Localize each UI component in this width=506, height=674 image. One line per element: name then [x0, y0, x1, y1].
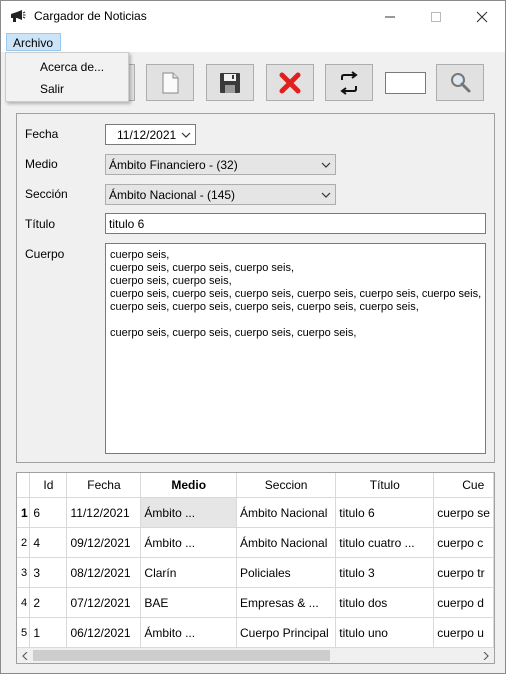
cell-fecha[interactable]: 06/12/2021	[66, 617, 142, 648]
seccion-value: Ámbito Nacional - (145)	[109, 188, 236, 202]
chevron-down-icon	[181, 129, 191, 143]
main-window: Cargador de Noticias Archivo Fecha 11/12…	[0, 0, 506, 674]
minimize-button[interactable]	[367, 1, 413, 32]
medio-select[interactable]: Ámbito Financiero - (32)	[105, 154, 336, 175]
cell-fecha[interactable]: 08/12/2021	[66, 557, 142, 588]
cell-seccion[interactable]: Policiales	[236, 557, 337, 588]
cell-titulo[interactable]: titulo uno	[335, 617, 435, 648]
cell-cuerpo[interactable]: cuerpo tr	[433, 557, 494, 588]
fecha-value: 11/12/2021	[117, 128, 177, 142]
cell-seccion[interactable]: Empresas & ...	[236, 587, 337, 618]
row-header[interactable]: 5	[17, 617, 31, 648]
cell-titulo[interactable]: titulo dos	[335, 587, 435, 618]
seccion-label: Sección	[25, 187, 68, 201]
column-header-fecha[interactable]: Fecha	[66, 473, 142, 498]
column-header-cuerpo[interactable]: Cue	[433, 473, 494, 498]
fecha-date-picker[interactable]: 11/12/2021	[105, 124, 196, 145]
delete-button[interactable]	[266, 64, 314, 101]
cell-medio[interactable]: BAE	[140, 587, 237, 618]
table-row[interactable]: 1 6 11/12/2021 Ámbito ... Ámbito Naciona…	[17, 497, 494, 528]
titulo-label: Título	[25, 217, 56, 231]
table-row[interactable]: 2 4 09/12/2021 Ámbito ... Ámbito Naciona…	[17, 527, 494, 558]
save-disk-icon	[220, 72, 240, 93]
seccion-select[interactable]: Ámbito Nacional - (145)	[105, 184, 336, 205]
cuerpo-label: Cuerpo	[25, 247, 65, 261]
menu-bar: Archivo	[1, 32, 505, 52]
cell-seccion[interactable]: Ámbito Nacional	[236, 527, 337, 558]
column-header-id[interactable]: Id	[29, 473, 68, 498]
column-header-titulo[interactable]: Título	[335, 473, 435, 498]
table-row[interactable]: 4 2 07/12/2021 BAE Empresas & ... titulo…	[17, 587, 494, 618]
cell-fecha[interactable]: 07/12/2021	[66, 587, 142, 618]
cuerpo-textarea[interactable]: cuerpo seis, cuerpo seis, cuerpo seis, c…	[105, 243, 486, 454]
window-title: Cargador de Noticias	[34, 9, 147, 23]
cell-medio[interactable]: Ámbito ...	[140, 617, 237, 648]
medio-label: Medio	[25, 157, 58, 171]
cell-titulo[interactable]: titulo 6	[335, 497, 435, 528]
cell-medio[interactable]: Ámbito ...	[140, 497, 237, 528]
cell-cuerpo[interactable]: cuerpo d	[433, 587, 494, 618]
cell-fecha[interactable]: 11/12/2021	[66, 497, 142, 528]
refresh-icon	[340, 70, 358, 95]
news-table: Id Fecha Medio Seccion Título Cue 1 6 11…	[17, 473, 494, 648]
chevron-down-icon	[321, 159, 331, 173]
column-header-seccion[interactable]: Seccion	[236, 473, 337, 498]
app-icon	[10, 9, 26, 26]
medio-value: Ámbito Financiero - (32)	[109, 158, 238, 172]
grid-corner-header	[17, 473, 31, 498]
magnifier-icon	[451, 72, 471, 92]
search-button[interactable]	[436, 64, 484, 101]
titulo-field[interactable]: titulo 6	[105, 213, 486, 234]
title-bar[interactable]: Cargador de Noticias	[1, 1, 505, 32]
cell-medio[interactable]: Clarín	[140, 557, 237, 588]
new-document-icon	[162, 72, 179, 93]
grid-header-row: Id Fecha Medio Seccion Título Cue	[17, 473, 494, 498]
fecha-label: Fecha	[25, 127, 59, 141]
cell-titulo[interactable]: titulo cuatro ...	[335, 527, 435, 558]
search-input[interactable]	[385, 72, 426, 94]
table-row[interactable]: 5 1 06/12/2021 Ámbito ... Cuerpo Princip…	[17, 617, 494, 648]
menu-item-acerca-de[interactable]: Acerca de...	[40, 60, 104, 74]
archivo-dropdown-menu: Acerca de... Salir	[5, 52, 129, 102]
delete-x-icon	[279, 72, 301, 93]
row-header[interactable]: 3	[17, 557, 31, 588]
refresh-button[interactable]	[325, 64, 373, 101]
new-document-button[interactable]	[146, 64, 194, 101]
row-header[interactable]: 4	[17, 587, 31, 618]
column-header-medio[interactable]: Medio	[140, 473, 237, 498]
cell-id[interactable]: 3	[29, 557, 68, 588]
cell-titulo[interactable]: titulo 3	[335, 557, 435, 588]
menu-item-salir[interactable]: Salir	[40, 82, 64, 96]
scroll-right-icon[interactable]	[478, 648, 494, 663]
cell-id[interactable]: 2	[29, 587, 68, 618]
cell-cuerpo[interactable]: cuerpo u	[433, 617, 494, 648]
cell-medio[interactable]: Ámbito ...	[140, 527, 237, 558]
cell-cuerpo[interactable]: cuerpo c	[433, 527, 494, 558]
chevron-down-icon	[321, 189, 331, 203]
cell-id[interactable]: 1	[29, 617, 68, 648]
horizontal-scrollbar[interactable]	[17, 648, 494, 663]
row-header[interactable]: 2	[17, 527, 31, 558]
scroll-left-icon[interactable]	[17, 648, 33, 663]
cell-id[interactable]: 4	[29, 527, 68, 558]
close-window-button[interactable]	[459, 1, 505, 32]
cell-fecha[interactable]: 09/12/2021	[66, 527, 142, 558]
cell-cuerpo[interactable]: cuerpo se	[433, 497, 494, 528]
cell-seccion[interactable]: Ámbito Nacional	[236, 497, 337, 528]
news-grid[interactable]: Id Fecha Medio Seccion Título Cue 1 6 11…	[16, 472, 495, 664]
table-row[interactable]: 3 3 08/12/2021 Clarín Policiales titulo …	[17, 557, 494, 588]
row-header[interactable]: 1	[17, 497, 31, 528]
cell-seccion[interactable]: Cuerpo Principal	[236, 617, 337, 648]
scrollbar-thumb[interactable]	[33, 650, 330, 661]
menu-archivo[interactable]: Archivo	[6, 33, 61, 51]
maximize-button[interactable]	[413, 1, 459, 32]
cell-id[interactable]: 6	[29, 497, 68, 528]
save-button[interactable]	[206, 64, 254, 101]
